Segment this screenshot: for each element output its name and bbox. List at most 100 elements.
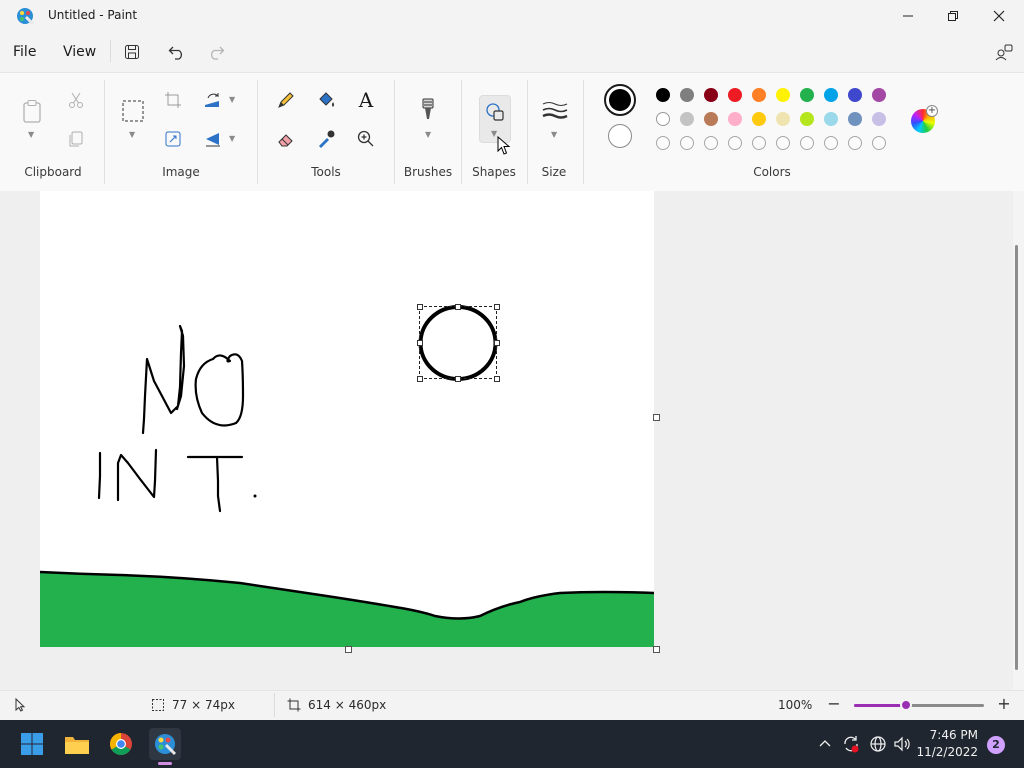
color-swatch[interactable]: [800, 112, 814, 126]
color-swatch[interactable]: [848, 112, 862, 126]
share-icon: [995, 44, 1013, 61]
zoom-slider-track[interactable]: [854, 699, 984, 711]
brushes-button[interactable]: [416, 97, 440, 121]
brushes-chevron-down-icon[interactable]: ▼: [425, 130, 431, 139]
sync-icon[interactable]: [841, 734, 861, 757]
volume-icon[interactable]: [893, 735, 911, 756]
custom-color-slot[interactable]: [776, 136, 790, 150]
resize-button[interactable]: [161, 127, 185, 151]
selection-handle[interactable]: [494, 304, 500, 310]
edit-colors-button[interactable]: +: [910, 105, 938, 134]
color-swatch[interactable]: [824, 88, 838, 102]
chrome-button[interactable]: [105, 728, 137, 760]
restore-button[interactable]: [930, 0, 976, 32]
custom-color-slot[interactable]: [872, 136, 886, 150]
custom-color-slot[interactable]: [728, 136, 742, 150]
primary-color-button[interactable]: [604, 84, 636, 116]
file-explorer-button[interactable]: [61, 728, 93, 760]
selection-handle[interactable]: [417, 340, 423, 346]
share-button[interactable]: [994, 42, 1014, 62]
paint-bucket-icon: [319, 92, 334, 107]
custom-color-slot[interactable]: [824, 136, 838, 150]
color-swatch[interactable]: [824, 112, 838, 126]
text-button[interactable]: A: [354, 88, 378, 112]
eraser-icon: [278, 134, 293, 147]
pencil-button[interactable]: [274, 88, 298, 112]
menu-view[interactable]: View: [63, 44, 96, 60]
color-swatch[interactable]: [872, 88, 886, 102]
color-swatch[interactable]: [776, 88, 790, 102]
select-chevron-down-icon[interactable]: ▼: [129, 130, 135, 139]
zoom-in-button[interactable]: +: [997, 696, 1011, 712]
zoom-slider-thumb[interactable]: [900, 699, 912, 711]
fill-button[interactable]: [314, 88, 338, 112]
notification-badge[interactable]: 2: [987, 736, 1005, 754]
clock-date[interactable]: 11/2/2022: [916, 745, 978, 759]
redo-button[interactable]: [206, 42, 226, 62]
show-hidden-icons-chevron-up-icon[interactable]: [818, 737, 832, 752]
vertical-scrollbar-thumb[interactable]: [1015, 245, 1018, 670]
flip-chevron-down-icon[interactable]: ▼: [229, 134, 235, 143]
color-swatch[interactable]: [680, 88, 694, 102]
color-swatch[interactable]: [704, 112, 718, 126]
size-button[interactable]: [542, 98, 568, 122]
canvas-resize-handle-right[interactable]: [653, 414, 660, 421]
color-swatch[interactable]: [728, 112, 742, 126]
save-button[interactable]: [122, 42, 142, 62]
color-swatch[interactable]: [848, 88, 862, 102]
custom-color-slot[interactable]: [704, 136, 718, 150]
menu-file[interactable]: File: [13, 44, 36, 60]
rotate-button[interactable]: [201, 88, 225, 112]
line-size-icon: [542, 102, 568, 119]
clock-time[interactable]: 7:46 PM: [920, 728, 978, 742]
custom-color-slot[interactable]: [752, 136, 766, 150]
rotate-chevron-down-icon[interactable]: ▼: [229, 95, 235, 104]
canvas-resize-handle-corner[interactable]: [653, 646, 660, 653]
selection-handle[interactable]: [417, 304, 423, 310]
cut-button[interactable]: [64, 88, 88, 112]
color-swatch[interactable]: [752, 88, 766, 102]
selection-handle[interactable]: [494, 340, 500, 346]
selection-handle[interactable]: [455, 304, 461, 310]
paste-chevron-down-icon[interactable]: ▼: [28, 130, 34, 139]
color-swatch[interactable]: [872, 112, 886, 126]
copy-button[interactable]: [64, 127, 88, 151]
paste-button[interactable]: [20, 98, 44, 124]
drawn-ground: [40, 572, 654, 647]
selection-handle[interactable]: [494, 376, 500, 382]
eraser-button[interactable]: [274, 127, 298, 151]
select-button[interactable]: [120, 98, 146, 124]
color-swatch[interactable]: [680, 112, 694, 126]
selection-handle[interactable]: [417, 376, 423, 382]
color-picker-button[interactable]: [314, 127, 338, 151]
undo-button[interactable]: [167, 42, 187, 62]
custom-color-slot[interactable]: [800, 136, 814, 150]
canvas-resize-handle-bottom[interactable]: [345, 646, 352, 653]
zoom-level-text[interactable]: 100%: [778, 698, 812, 712]
minimize-button[interactable]: [885, 0, 931, 32]
magnifier-button[interactable]: [354, 127, 378, 151]
selection-handle[interactable]: [455, 376, 461, 382]
paint-taskbar-button[interactable]: [149, 728, 181, 760]
secondary-color-button[interactable]: [608, 124, 632, 148]
drawn-letter-t: [186, 455, 244, 513]
custom-color-slot[interactable]: [656, 136, 670, 150]
color-swatch[interactable]: [800, 88, 814, 102]
color-swatch[interactable]: [752, 112, 766, 126]
start-button[interactable]: [16, 728, 48, 760]
color-swatch[interactable]: [656, 88, 670, 102]
shape-selection-box[interactable]: [419, 306, 497, 379]
flip-button[interactable]: [201, 127, 225, 151]
custom-color-slot[interactable]: [848, 136, 862, 150]
color-swatch[interactable]: [776, 112, 790, 126]
close-button[interactable]: [976, 0, 1022, 32]
zoom-out-button[interactable]: −: [827, 696, 841, 712]
color-swatch[interactable]: [656, 112, 670, 126]
network-globe-icon[interactable]: [869, 735, 887, 756]
custom-color-slot[interactable]: [680, 136, 694, 150]
color-swatch[interactable]: [728, 88, 742, 102]
size-chevron-down-icon[interactable]: ▼: [551, 130, 557, 139]
crop-button[interactable]: [161, 88, 185, 112]
drawing-canvas[interactable]: [40, 191, 654, 647]
color-swatch[interactable]: [704, 88, 718, 102]
